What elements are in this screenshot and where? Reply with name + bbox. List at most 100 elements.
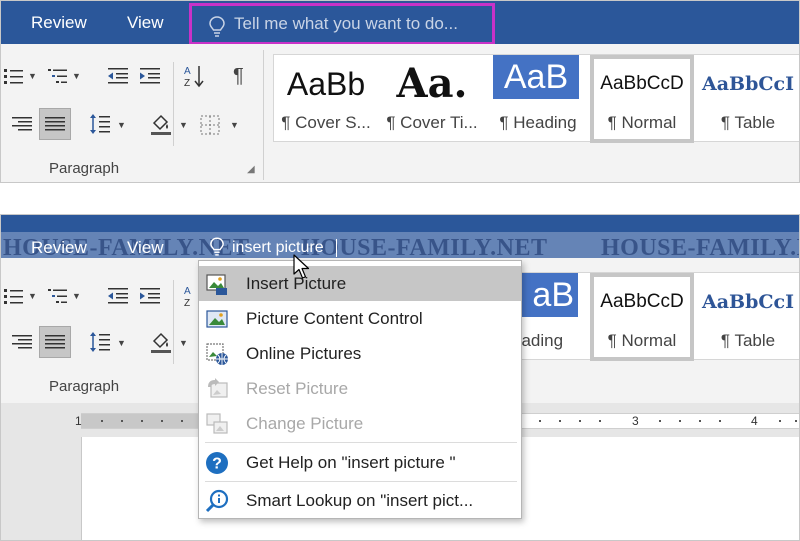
- menu-item-smart-lookup[interactable]: Smart Lookup on "insert pict...: [199, 483, 521, 518]
- ribbon-divider: [173, 280, 174, 364]
- multilevel-list-icon[interactable]: [47, 286, 69, 306]
- justify-button[interactable]: [39, 326, 71, 358]
- menu-item-label: Change Picture: [246, 414, 364, 433]
- decrease-indent-icon[interactable]: [107, 286, 129, 306]
- shading-icon[interactable]: [149, 112, 171, 135]
- tab-view[interactable]: View: [127, 1, 164, 44]
- tell-me-search-box[interactable]: Tell me what you want to do...: [189, 3, 495, 45]
- justify-icon: [45, 117, 65, 131]
- style-cover-subtitle[interactable]: AaBb ¶ Cover S...: [274, 55, 378, 143]
- justify-button[interactable]: [39, 108, 71, 140]
- sort-icon[interactable]: AZ: [183, 64, 205, 88]
- bullets-dropdown-icon[interactable]: ▼: [28, 291, 37, 301]
- menu-item-insert-picture[interactable]: Insert Picture: [199, 266, 521, 301]
- shading-dropdown-icon[interactable]: ▼: [179, 120, 188, 130]
- justify-icon: [45, 335, 65, 349]
- lightbulb-icon: [210, 237, 224, 256]
- paragraph-group-label: Paragraph: [49, 378, 120, 395]
- style-heading[interactable]: AaB ¶ Heading: [486, 55, 590, 143]
- ruler-tick: [779, 420, 781, 422]
- ruler-tick: [679, 420, 681, 422]
- ruler-tick: [539, 420, 541, 422]
- menu-item-picture-content-control[interactable]: Picture Content Control: [199, 301, 521, 336]
- svg-text:Z: Z: [184, 78, 190, 88]
- line-spacing-dropdown-icon[interactable]: ▼: [117, 338, 126, 348]
- menu-separator: [205, 481, 517, 482]
- style-name: ¶ Heading: [499, 113, 577, 132]
- ribbon-divider: [263, 50, 264, 180]
- bullets-icon[interactable]: [3, 66, 25, 86]
- lightbulb-icon: [209, 16, 225, 37]
- menu-item-label: Get Help on "insert picture ": [246, 453, 456, 472]
- ruler-tick: [181, 420, 183, 422]
- insert-picture-icon: [206, 274, 227, 295]
- online-pictures-icon: [206, 343, 228, 365]
- ruler-tick: [161, 420, 163, 422]
- style-name: ¶ Table: [720, 331, 776, 350]
- increase-indent-icon[interactable]: [139, 66, 161, 86]
- ruler-tick: [719, 420, 721, 422]
- line-spacing-icon[interactable]: [89, 330, 111, 352]
- multilevel-list-dropdown-icon[interactable]: ▼: [72, 71, 81, 81]
- ribbon-divider: [173, 62, 174, 146]
- ribbon-tab-bar: HOUSE-FAMILY.NET HOUSE-FAMILY.NET HOUSE-…: [1, 215, 799, 264]
- ruler-number: 3: [632, 414, 639, 428]
- style-table[interactable]: AaBbCcI ¶ Table: [694, 55, 799, 143]
- ruler-tick: [559, 420, 561, 422]
- ruler-tick: [599, 420, 601, 422]
- ruler-number: 4: [751, 414, 758, 428]
- menu-item-reset-picture: Reset Picture: [199, 371, 521, 406]
- ruler-tick: [101, 420, 103, 422]
- style-normal[interactable]: AaBbCcD ¶ Normal: [590, 55, 694, 143]
- menu-item-get-help[interactable]: ? Get Help on "insert picture ": [199, 445, 521, 480]
- style-sample: AaBbCcD: [600, 291, 684, 312]
- paragraph-dialog-launcher-icon[interactable]: ◢: [247, 164, 255, 175]
- style-normal[interactable]: AaBbCcD ¶ Normal: [590, 273, 694, 361]
- shading-dropdown-icon[interactable]: ▼: [179, 338, 188, 348]
- multilevel-list-icon[interactable]: [47, 66, 69, 86]
- menu-separator: [205, 442, 517, 443]
- style-sample: AaBbCcI: [702, 73, 794, 95]
- help-icon: ?: [206, 452, 228, 474]
- ruler-tick: [795, 420, 797, 422]
- bullets-dropdown-icon[interactable]: ▼: [28, 71, 37, 81]
- text-caret: [336, 239, 337, 257]
- style-name: ¶ Normal: [607, 331, 677, 350]
- reset-picture-icon: [208, 378, 228, 398]
- tell-me-results-dropdown: Insert Picture Picture Content Control O…: [198, 260, 522, 519]
- tab-review[interactable]: Review: [31, 1, 87, 44]
- borders-icon[interactable]: [199, 114, 221, 135]
- shading-icon[interactable]: [149, 330, 171, 353]
- menu-item-label: Smart Lookup on "insert pict...: [246, 491, 474, 510]
- menu-item-label: Online Pictures: [246, 344, 362, 363]
- ruler-tick: [699, 420, 701, 422]
- borders-dropdown-icon[interactable]: ▼: [230, 120, 239, 130]
- style-sample: AaB: [493, 55, 579, 99]
- ruler-tick: [659, 420, 661, 422]
- style-cover-title[interactable]: Aa. ¶ Cover Ti...: [378, 55, 486, 143]
- svg-text:Z: Z: [184, 298, 190, 308]
- style-sample: AaBb: [286, 66, 366, 102]
- svg-text:A: A: [184, 286, 191, 297]
- styles-gallery: AaBb ¶ Cover S... Aa. ¶ Cover Ti... AaB …: [273, 54, 799, 143]
- menu-item-label: Picture Content Control: [246, 309, 423, 328]
- menu-item-change-picture: Change Picture: [199, 406, 521, 441]
- menu-item-online-pictures[interactable]: Online Pictures: [199, 336, 521, 371]
- line-spacing-dropdown-icon[interactable]: ▼: [117, 120, 126, 130]
- style-table[interactable]: AaBbCcI ¶ Table: [694, 273, 799, 361]
- style-sample: AaBbCcD: [600, 73, 684, 94]
- align-right-icon[interactable]: [11, 332, 33, 352]
- menu-item-label: Reset Picture: [246, 379, 349, 398]
- align-right-icon[interactable]: [11, 114, 33, 134]
- decrease-indent-icon[interactable]: [107, 66, 129, 86]
- style-sample: Aa.: [396, 61, 468, 107]
- style-sample: AaBbCcI: [702, 291, 794, 313]
- bullets-icon[interactable]: [3, 286, 25, 306]
- svg-text:A: A: [184, 66, 191, 77]
- style-name: ¶ Cover S...: [281, 113, 371, 132]
- show-formatting-marks-icon[interactable]: ¶: [233, 66, 255, 86]
- smart-lookup-icon: [205, 489, 229, 513]
- line-spacing-icon[interactable]: [89, 112, 111, 134]
- increase-indent-icon[interactable]: [139, 286, 161, 306]
- multilevel-list-dropdown-icon[interactable]: ▼: [72, 291, 81, 301]
